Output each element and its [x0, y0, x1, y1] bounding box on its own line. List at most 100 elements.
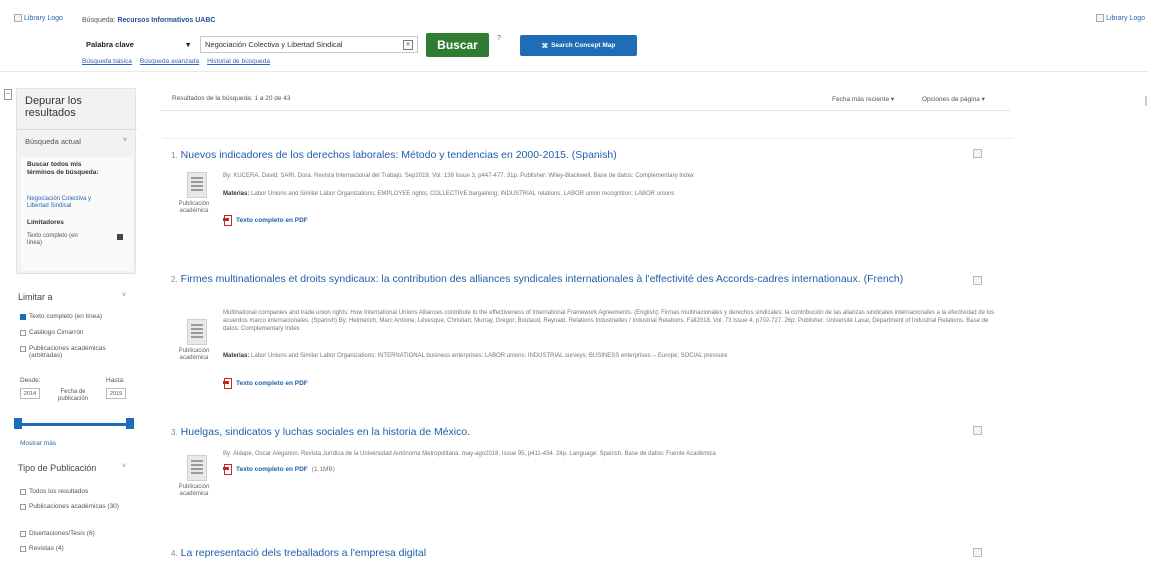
concept-map-icon: ⌘: [541, 42, 549, 50]
pdf-size: (1.1MB): [311, 465, 335, 473]
date-from-input[interactable]: 2014: [20, 388, 40, 399]
current-search-term[interactable]: Negociación Colectiva y Libertad Sindica…: [27, 196, 99, 210]
current-search-label[interactable]: Búsqueda actual: [25, 137, 81, 146]
search-input-value: Negociación Colectiva y Libertad Sindica…: [205, 40, 343, 49]
broken-image-icon: [973, 426, 982, 435]
search-history-link[interactable]: Historial de búsqueda: [207, 58, 270, 65]
broken-image-icon: [14, 14, 22, 22]
field-select-value: Palabra clave: [86, 40, 134, 49]
pdf-link-label: Texto completo en PDF: [236, 216, 308, 224]
pdf-full-text-link[interactable]: Texto completo en PDF: [223, 215, 308, 226]
broken-image-icon: [973, 149, 982, 158]
pdf-icon: [223, 464, 232, 475]
limit-option-label: Catálogo Cimarrón: [29, 329, 84, 336]
remove-limiter-icon[interactable]: [117, 234, 123, 240]
pub-type-option[interactable]: Publicaciones académicas (30): [20, 503, 130, 510]
search-scope[interactable]: Recursos Informativos UABC: [117, 17, 215, 24]
date-slider-track[interactable]: [18, 423, 132, 426]
chevron-down-icon[interactable]: ˅: [123, 137, 127, 144]
pdf-icon: [223, 378, 232, 389]
result-number: 1.: [171, 151, 178, 160]
top-search-bar: Library Logo Library Logo Búsqueda: Recu…: [0, 0, 1149, 72]
checkbox[interactable]: [20, 346, 26, 352]
date-to-input[interactable]: 2019: [106, 388, 126, 399]
radio[interactable]: [20, 504, 26, 510]
collapse-sidebar-button[interactable]: −: [4, 89, 12, 100]
date-slider-handle-max[interactable]: [126, 418, 134, 429]
result-title-text: Nuevos indicadores de los derechos labor…: [180, 149, 617, 161]
result-title[interactable]: 1. Nuevos indicadores de los derechos lab…: [171, 149, 911, 162]
sort-dropdown[interactable]: Fecha más reciente ▾: [832, 95, 894, 103]
refine-results-title: Depurar los resultados: [25, 95, 82, 119]
library-logo-text: Library Logo: [24, 14, 63, 22]
limit-to-label[interactable]: Limitar a: [18, 292, 53, 302]
search-prefix: Búsqueda:: [82, 17, 116, 24]
date-slider-handle-min[interactable]: [14, 418, 22, 429]
radio[interactable]: [20, 531, 26, 537]
result-title-text: Huelgas, sindicatos y luchas sociales en…: [180, 426, 471, 438]
field-select[interactable]: Palabra clave ▾: [82, 37, 194, 52]
concept-map-button[interactable]: ⌘ Search Concept Map: [520, 35, 637, 56]
result-title[interactable]: 4. La representació dels treballadors a l…: [171, 547, 911, 560]
result-title[interactable]: 2. Firmes multinationales et droits syndi…: [171, 273, 911, 286]
search-button[interactable]: Buscar: [426, 33, 489, 57]
result-title[interactable]: 3. Huelgas, sindicatos y luchas sociales …: [171, 426, 911, 439]
search-input[interactable]: Negociación Colectiva y Libertad Sindica…: [200, 36, 418, 53]
result-number: 3.: [171, 428, 178, 437]
library-logo-text: Library Logo: [1106, 14, 1145, 22]
limit-option-label: Texto completo (en línea): [29, 313, 102, 320]
broken-image-icon: [973, 276, 982, 285]
pub-type-option[interactable]: Revistas (4): [20, 545, 64, 552]
limit-option-full-text[interactable]: Texto completo (en línea): [20, 313, 102, 320]
pub-type-option[interactable]: Disertaciones/Tesis (6): [20, 530, 95, 537]
result-subjects: Materias: Labor Unions and Similar Labor…: [223, 190, 1003, 198]
limit-option-catalog[interactable]: Catálogo Cimarrón: [20, 329, 84, 336]
result-metadata: By: KUCERA, David; SARI, Dora. Revista I…: [223, 173, 694, 179]
subjects-list[interactable]: Labor Unions and Similar Labor Organizat…: [251, 191, 674, 197]
subjects-list[interactable]: Labor Unions and Similar Labor Organizat…: [251, 353, 727, 359]
pdf-full-text-link[interactable]: Texto completo en PDF (1.1MB): [223, 464, 335, 475]
broken-image-icon: [973, 548, 982, 557]
chevron-down-icon[interactable]: ˅: [122, 292, 126, 299]
clear-icon[interactable]: ✕: [403, 39, 413, 50]
result-item: 4. La representació dels treballadors a l…: [163, 533, 1013, 562]
publication-date-label: Fecha de publicación: [57, 389, 89, 402]
page-options-dropdown[interactable]: Opciones de página ▾: [922, 95, 985, 103]
pdf-icon: [223, 215, 232, 226]
result-item: 3. Huelgas, sindicatos y luchas sociales …: [163, 413, 1013, 533]
scrollbar[interactable]: [1145, 96, 1147, 106]
publication-type-label[interactable]: Tipo de Publicación: [18, 463, 96, 473]
checkbox[interactable]: [20, 314, 26, 320]
academic-journal-icon[interactable]: [187, 172, 207, 198]
checkbox[interactable]: [20, 330, 26, 336]
radio[interactable]: [20, 546, 26, 552]
limit-option-academic[interactable]: Publicaciones académicas (arbitradas): [20, 345, 130, 359]
publication-type: Publicación académica: [178, 348, 210, 361]
chevron-down-icon[interactable]: ˅: [122, 463, 126, 470]
academic-journal-icon[interactable]: [187, 455, 207, 481]
concept-map-label: Search Concept Map: [551, 42, 616, 49]
pdf-full-text-link[interactable]: Texto completo en PDF: [223, 378, 308, 389]
pub-type-option[interactable]: Todos los resultados: [20, 488, 88, 495]
result-title-text: La representació dels treballadors a l'e…: [180, 547, 427, 559]
pub-type-label: Publicaciones académicas (30): [29, 503, 119, 510]
basic-search-link[interactable]: Búsqueda básica: [82, 58, 132, 65]
library-logo-left[interactable]: Library Logo: [14, 14, 63, 22]
result-metadata: Multinational companies and trade union …: [223, 310, 995, 332]
academic-journal-icon[interactable]: [187, 319, 207, 345]
radio[interactable]: [20, 489, 26, 495]
show-more-link[interactable]: Mostrar más: [20, 440, 56, 447]
help-icon[interactable]: ?: [497, 35, 501, 42]
subjects-label: Materias:: [223, 191, 250, 197]
date-to-label: Hasta:: [106, 377, 125, 384]
library-logo-right[interactable]: Library Logo: [1096, 14, 1145, 22]
chevron-down-icon: ▾: [186, 40, 190, 49]
result-number: 2.: [171, 275, 178, 284]
result-subjects: Materias: Labor Unions and Similar Labor…: [223, 352, 1003, 360]
result-metadata: By: Aldape, Oscar Alegarion. Revista Jur…: [223, 451, 716, 457]
limit-option-label: Publicaciones académicas (arbitradas): [29, 345, 106, 359]
publication-type: Publicación académica: [178, 201, 210, 214]
advanced-search-link[interactable]: Búsqueda avanzada: [140, 58, 199, 65]
divider: [160, 110, 1010, 111]
pdf-link-label: Texto completo en PDF: [236, 379, 308, 387]
